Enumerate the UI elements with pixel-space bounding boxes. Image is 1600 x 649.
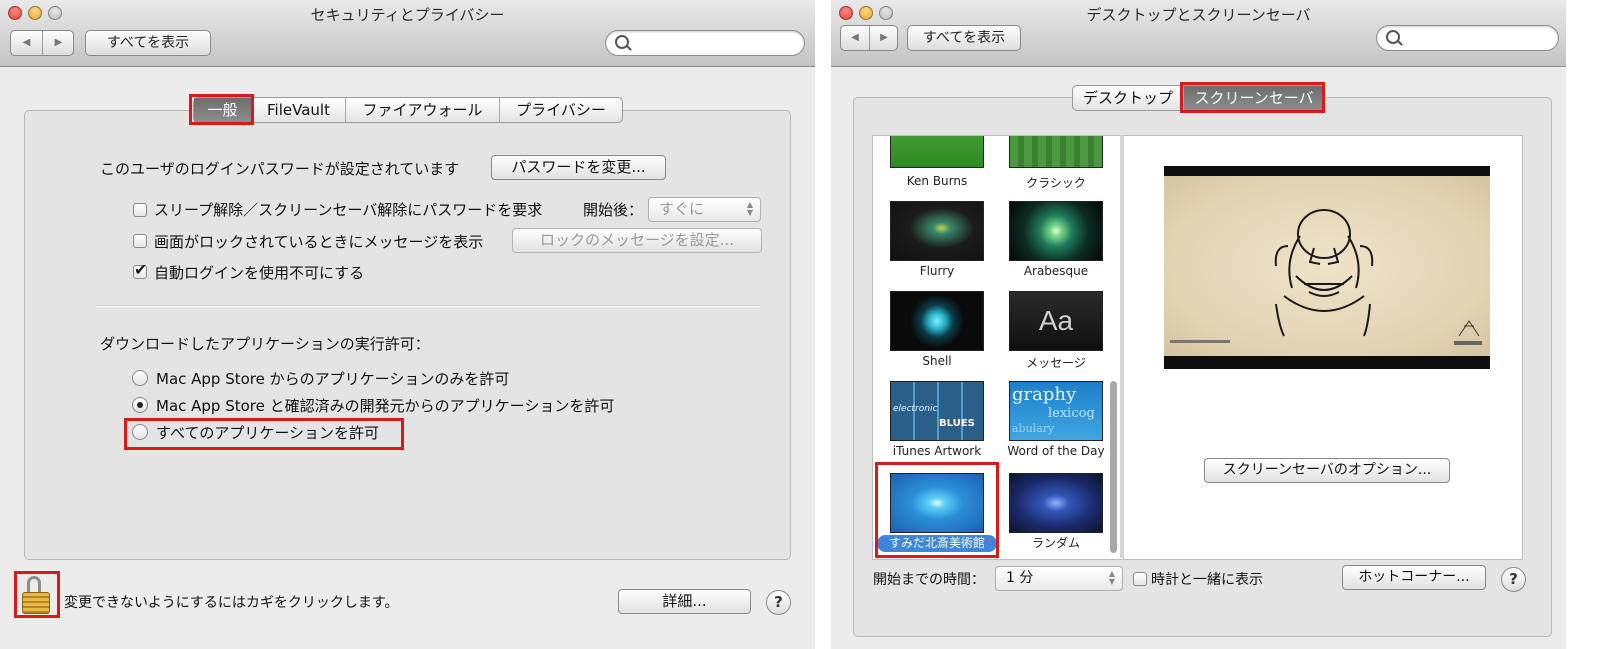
word-thumb-text-3: abulary — [1012, 422, 1055, 435]
lock-message-checkbox[interactable] — [133, 234, 147, 248]
thumb-ken-burns[interactable] — [890, 136, 984, 168]
start-after-popup[interactable]: すぐに ▲ ▼ — [648, 197, 761, 222]
popup-arrows-icon: ▲ ▼ — [746, 200, 753, 217]
saver-label-flurry: Flurry — [919, 264, 955, 278]
checkmark-icon: ✔ — [134, 260, 148, 279]
word-thumb-text-2: lexicog — [1048, 406, 1095, 421]
search-icon — [1386, 30, 1400, 44]
start-after-value: すぐに — [659, 200, 705, 218]
thumb-message[interactable]: Aa — [1009, 291, 1103, 351]
search-field[interactable] — [1376, 25, 1559, 51]
start-after-label: 開始までの時間： — [873, 572, 985, 588]
window-title: セキュリティとプライバシー — [310, 6, 505, 24]
desktop-screensaver-window: デスクトップとスクリーンセーバ ◀ ▶ すべてを表示 デスクトップ スクリーンセ… — [831, 0, 1566, 649]
window-title: デスクトップとスクリーンセーバ — [1086, 6, 1311, 24]
forward-arrow-icon[interactable]: ▶ — [43, 31, 73, 55]
thumb-arabesque[interactable] — [1009, 201, 1103, 261]
tab-desktop[interactable]: デスクトップ — [1073, 86, 1184, 110]
highlight-padlock — [14, 571, 60, 618]
search-icon — [615, 35, 629, 49]
saver-label-message: メッセージ — [1026, 356, 1086, 370]
back-arrow-icon[interactable]: ◀ — [11, 31, 43, 55]
radio-selected-dot — [137, 402, 143, 408]
saver-label-arabesque: Arabesque — [1023, 264, 1089, 278]
show-clock-checkbox[interactable] — [1133, 572, 1147, 586]
popup-arrows-icon: ▲ ▼ — [1108, 569, 1115, 586]
start-after-popup[interactable]: 1 分 ▲ ▼ — [995, 566, 1123, 591]
message-thumb-text: Aa — [1038, 305, 1074, 336]
title-bar: セキュリティとプライバシー ◀ ▶ すべてを表示 — [0, 0, 815, 67]
saver-label-random: ランダム — [1031, 536, 1080, 550]
change-password-button[interactable]: パスワードを変更... — [491, 155, 666, 180]
password-set-text: このユーザのログインパスワードが設定されています — [100, 160, 460, 178]
hokusai-sketch-icon — [1170, 209, 1482, 345]
highlight-anywhere-option — [124, 418, 404, 450]
section-divider — [95, 305, 760, 307]
thumb-itunes-artwork[interactable]: BLUES electronic — [890, 381, 984, 441]
word-thumb-text-1: graphy — [1012, 384, 1077, 405]
highlight-general-tab — [189, 94, 254, 125]
disable-autologin-checkbox[interactable]: ✔ — [133, 261, 147, 279]
thumb-shell[interactable] — [890, 291, 984, 351]
saver-label-ken-burns: Ken Burns — [906, 174, 968, 188]
disable-autologin-label: 自動ログインを使用不可にする — [154, 264, 365, 282]
tab-firewall[interactable]: ファイアウォール — [346, 98, 500, 122]
highlight-selected-saver — [875, 462, 999, 558]
saver-label-classic: クラシック — [1026, 176, 1086, 190]
set-lock-message-button[interactable]: ロックのメッセージを設定... — [512, 228, 762, 253]
back-forward-control[interactable]: ◀ ▶ — [840, 25, 898, 51]
itunes-thumb-text-2: electronic — [893, 404, 938, 414]
hokusai-artwork-image — [1164, 176, 1490, 356]
saver-label-shell: Shell — [922, 354, 952, 368]
screensaver-preview — [1164, 166, 1490, 369]
forward-arrow-icon[interactable]: ▶ — [870, 26, 897, 50]
title-bar: デスクトップとスクリーンセーバ ◀ ▶ すべてを表示 — [831, 0, 1566, 67]
show-clock-label: 時計と一緒に表示 — [1151, 572, 1263, 588]
tab-filevault[interactable]: FileVault — [252, 98, 346, 122]
show-all-button[interactable]: すべてを表示 — [85, 30, 211, 56]
lock-instruction-text: 変更できないようにするにはカギをクリックします。 — [64, 595, 399, 611]
advanced-button[interactable]: 詳細... — [618, 589, 751, 614]
security-privacy-window: セキュリティとプライバシー ◀ ▶ すべてを表示 一般 FileVault ファ… — [0, 0, 815, 649]
start-after-label: 開始後： — [583, 201, 644, 219]
search-field[interactable] — [605, 30, 805, 56]
radio-app-store-only[interactable] — [132, 370, 148, 386]
lock-message-label: 画面がロックされているときにメッセージを表示 — [154, 233, 484, 251]
hot-corners-button[interactable]: ホットコーナー... — [1342, 565, 1486, 590]
radio-identified-developers-label: Mac App Store と確認済みの開発元からのアプリケーションを許可 — [156, 397, 615, 415]
require-password-label: スリープ解除／スクリーンセーバ解除にパスワードを要求 — [154, 201, 543, 219]
thumb-word-of-the-day[interactable]: graphy lexicog abulary — [1009, 381, 1103, 441]
thumb-classic[interactable] — [1009, 136, 1103, 168]
thumb-random[interactable] — [1009, 473, 1103, 533]
thumb-flurry[interactable] — [890, 201, 984, 261]
show-all-button[interactable]: すべてを表示 — [907, 25, 1021, 51]
require-password-checkbox[interactable] — [133, 203, 147, 217]
radio-app-store-only-label: Mac App Store からのアプリケーションのみを許可 — [156, 370, 510, 388]
radio-identified-developers[interactable] — [132, 397, 148, 413]
help-button[interactable]: ? — [766, 590, 791, 615]
saver-label-itunes-artwork: iTunes Artwork — [892, 444, 982, 458]
saver-label-word-of-the-day: Word of the Day — [1007, 444, 1105, 458]
back-arrow-icon[interactable]: ◀ — [841, 26, 870, 50]
security-tabs: 一般 FileVault ファイアウォール プライバシー — [193, 97, 623, 123]
start-after-value: 1 分 — [1006, 570, 1034, 586]
itunes-thumb-text: BLUES — [939, 418, 975, 429]
help-button[interactable]: ? — [1501, 567, 1526, 592]
back-forward-control[interactable]: ◀ ▶ — [10, 30, 74, 56]
screensaver-options-button[interactable]: スクリーンセーバのオプション... — [1204, 458, 1450, 483]
downloads-heading: ダウンロードしたアプリケーションの実行許可： — [100, 335, 430, 353]
tab-privacy[interactable]: プライバシー — [500, 98, 622, 122]
list-scrollbar[interactable] — [1110, 381, 1117, 553]
highlight-screensaver-tab — [1180, 82, 1325, 113]
